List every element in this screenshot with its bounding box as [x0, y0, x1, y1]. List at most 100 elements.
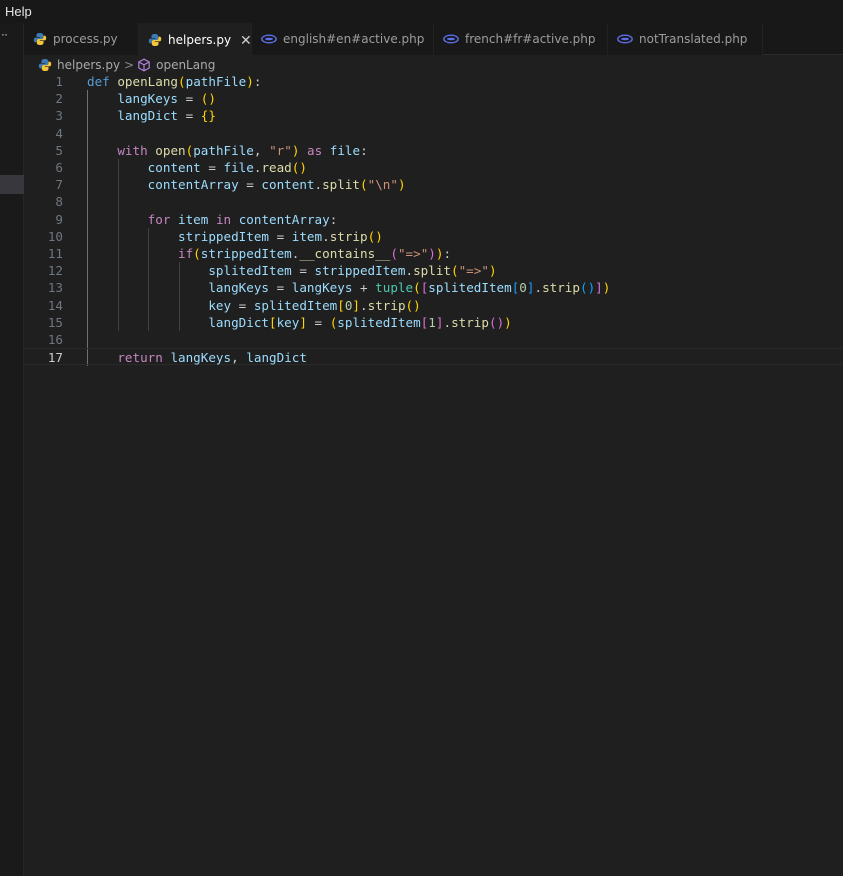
code-line[interactable]: 16	[24, 331, 843, 348]
code-token: (	[178, 74, 186, 89]
code-token: (	[451, 263, 459, 279]
code-token: langDict	[208, 314, 269, 330]
code-line[interactable]: 6 content = file.read()	[24, 159, 843, 176]
code-line[interactable]: 13 langKeys = langKeys + tuple([splitedI…	[24, 279, 843, 296]
code-token: strip	[542, 280, 580, 296]
tab-french-fr-active-php[interactable]: french#fr#active.php	[434, 23, 608, 55]
tab-english-en-active-php[interactable]: english#en#active.php	[252, 23, 434, 55]
breadcrumb-symbol[interactable]: openLang	[156, 58, 215, 72]
code-token: content	[261, 177, 315, 193]
line-number: 16	[47, 332, 63, 347]
code-token: =	[269, 228, 292, 244]
code-token: ()	[488, 314, 505, 330]
code-line[interactable]: 14 key = splitedItem[0].strip()	[24, 297, 843, 314]
code-line[interactable]: 15 langDict[key] = (splitedItem[1].strip…	[24, 314, 843, 331]
code-token: =	[291, 263, 315, 279]
code-line[interactable]: 3 langDict = {}	[24, 107, 843, 124]
line-number: 7	[55, 177, 63, 193]
code-token: pathFile	[185, 74, 247, 89]
code-token: :	[329, 211, 338, 227]
menu-help[interactable]: Help	[5, 4, 32, 19]
code-token: .	[405, 263, 414, 279]
code-token: ]	[595, 280, 603, 296]
code-token: contentArray	[147, 177, 239, 193]
line-number: 11	[47, 246, 63, 261]
code-token: splitedItem	[253, 297, 338, 313]
tab-nottranslated-php[interactable]: notTranslated.php	[608, 23, 763, 55]
code-text: langDict[key] = (splitedItem[1].strip())	[87, 314, 511, 331]
more-actions-icon[interactable]: ··	[1, 27, 8, 41]
code-line[interactable]: 12 splitedItem = strippedItem.split("=>"…	[24, 262, 843, 279]
menu-bar: Help	[0, 0, 843, 23]
breadcrumb-separator: >	[124, 58, 135, 72]
code-line[interactable]: 1 def openLang(pathFile):	[24, 73, 843, 90]
code-token: split	[322, 177, 361, 193]
code-token: .	[360, 297, 368, 313]
code-token: ()	[579, 280, 596, 296]
line-number: 10	[47, 228, 63, 244]
code-token: item	[291, 228, 323, 244]
code-token: ()	[367, 228, 383, 244]
code-token: open	[155, 142, 186, 158]
code-token: as	[307, 142, 323, 158]
breadcrumb: helpers.py > openLang	[38, 56, 215, 74]
code-text: content = file.read()	[87, 159, 307, 176]
php-file-icon	[443, 32, 459, 46]
code-line[interactable]: 9 for item in contentArray:	[24, 211, 843, 228]
code-token: file	[329, 142, 361, 158]
method-symbol-icon	[137, 58, 151, 72]
code-token: =	[231, 297, 254, 313]
code-token: contentArray	[238, 211, 330, 227]
code-token: ,	[253, 142, 270, 158]
breadcrumb-file[interactable]: helpers.py	[57, 58, 120, 72]
code-token: key	[276, 314, 300, 330]
code-token: =	[178, 108, 201, 124]
tab-helpers-py[interactable]: helpers.py ✕	[139, 23, 252, 56]
code-token: :	[443, 246, 452, 261]
code-editor[interactable]: 1 def openLang(pathFile): 2 langKeys = () 3…	[24, 73, 843, 876]
code-token: ()	[200, 91, 216, 107]
close-tab-icon[interactable]: ✕	[240, 33, 252, 47]
code-token: return	[117, 350, 163, 366]
code-text: langDict = {}	[87, 107, 216, 124]
code-token: strippedItem	[200, 246, 292, 261]
code-line[interactable]: 10 strippedItem = item.strip()	[24, 228, 843, 245]
code-token: "r"	[269, 142, 292, 158]
code-token: )	[428, 246, 436, 261]
tab-label: helpers.py	[168, 32, 232, 47]
tab-process-py[interactable]: process.py	[24, 23, 139, 55]
code-token: langKeys	[170, 350, 232, 366]
code-line[interactable]: 4	[24, 125, 843, 142]
code-token: "\n"	[367, 177, 398, 193]
code-text: return langKeys, langDict	[87, 349, 307, 366]
code-token: =	[306, 314, 330, 330]
line-number: 13	[47, 280, 63, 296]
code-text: splitedItem = strippedItem.split("=>")	[87, 262, 496, 279]
code-line[interactable]: 8	[24, 193, 843, 210]
line-number: 9	[55, 211, 63, 227]
code-token: =	[238, 177, 262, 193]
code-token: (	[413, 280, 421, 296]
code-line[interactable]: 11 if(strippedItem.__contains__("=>")):	[24, 245, 843, 262]
line-number: 5	[55, 142, 63, 158]
code-token: item	[178, 211, 209, 227]
code-line[interactable]: 2 langKeys = ()	[24, 90, 843, 107]
code-token: .	[443, 314, 452, 330]
code-token: langKeys	[208, 280, 269, 296]
code-line[interactable]: 7 contentArray = content.split("\n")	[24, 176, 843, 193]
code-line[interactable]: 5 with open(pathFile, "r") as file:	[24, 142, 843, 159]
code-token: splitedItem	[208, 263, 292, 279]
code-token: {}	[200, 108, 216, 124]
tab-label: french#fr#active.php	[465, 32, 596, 46]
code-token: strip	[367, 297, 406, 313]
code-text: langKeys = ()	[87, 90, 216, 107]
code-token: (	[390, 246, 398, 261]
code-line[interactable]: 17 return langKeys, langDict	[24, 348, 843, 366]
